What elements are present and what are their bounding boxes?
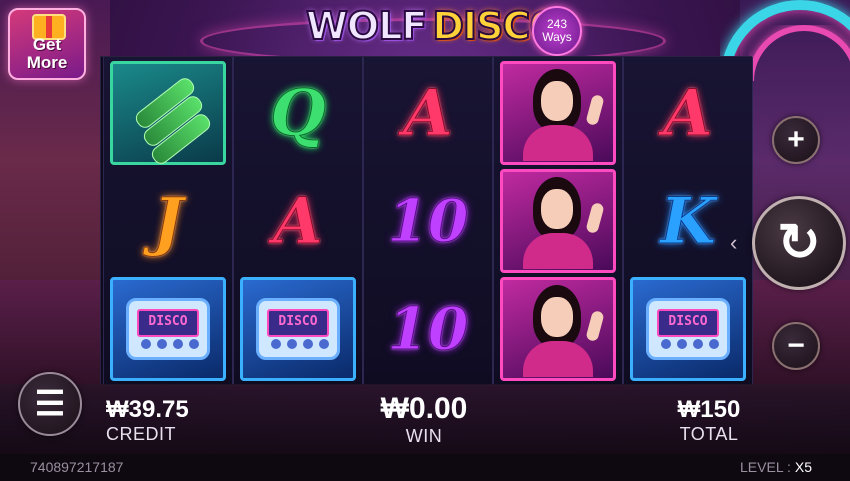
symbol-letter-k: K [660, 183, 717, 259]
lady-figure [505, 281, 611, 377]
lady-hand-shape [585, 93, 605, 127]
pager-button-shape [141, 339, 151, 349]
lady-figure [505, 173, 611, 269]
credit-value: ₩39.75 [106, 396, 189, 423]
get-more-button[interactable]: Get More [8, 8, 86, 80]
lady-hand-shape [585, 201, 605, 235]
pager-button-shape [173, 339, 183, 349]
pager-button-shape [693, 339, 703, 349]
win-value: ₩0.00 [380, 392, 468, 425]
lady-hand-shape [585, 309, 605, 343]
symbol-letter-10: 10 [387, 295, 469, 364]
ways-badge: 243 Ways [532, 6, 582, 56]
lady-body-shape [523, 125, 593, 161]
symbol-letter-q: Q [270, 75, 327, 151]
reel-5-symbol-2: K [630, 169, 746, 273]
win-label: WIN [405, 426, 443, 446]
reel-5-symbol-1: A [630, 61, 746, 165]
lady-figure [505, 65, 611, 161]
reel-grid: J DISCO Q A DISCO A 10 10 A K DISCO [100, 56, 753, 386]
reel-3-symbol-2: 10 [370, 169, 486, 273]
reel-3: A 10 10 [363, 57, 493, 385]
pager-body: DISCO [646, 298, 730, 360]
lady-body-shape [523, 341, 593, 377]
reel-2: Q A DISCO [233, 57, 363, 385]
reel-2-symbol-1: Q [240, 61, 356, 165]
symbol-letter-a: A [273, 183, 324, 259]
get-more-label-line2: More [26, 53, 68, 72]
disco-lady-icon [500, 169, 616, 273]
pager-button-shape [157, 339, 167, 349]
pager-screen-text: DISCO [267, 309, 329, 337]
symbol-letter-a: A [663, 75, 714, 151]
pager-button-shape [677, 339, 687, 349]
reel-1: J DISCO [103, 57, 233, 385]
symbol-letter-a: A [403, 75, 454, 151]
spin-arrow-icon: ‹ [730, 230, 738, 255]
pager-button-shape [287, 339, 297, 349]
pager-button-shape [319, 339, 329, 349]
pager-body: DISCO [126, 298, 210, 360]
refresh-icon: ↻ [777, 214, 821, 272]
symbol-letter-10: 10 [387, 187, 469, 256]
disco-pager-icon: DISCO [240, 277, 356, 381]
game-logo: WOLF DISCO [305, 0, 563, 52]
reel-3-symbol-3: 10 [370, 277, 486, 381]
lady-body-shape [523, 233, 593, 269]
level-indicator: LEVEL : X5 [740, 459, 812, 475]
level-value: X5 [794, 459, 812, 475]
reel-3-symbol-1: A [370, 61, 486, 165]
pager-button-shape [303, 339, 313, 349]
reel-1-symbol-2: J [110, 169, 226, 273]
level-label: LEVEL : [740, 459, 791, 475]
win-display: ₩0.00 WIN [364, 392, 484, 446]
hamburger-menu-icon: ☰ [34, 385, 66, 423]
pager-button-shape [661, 339, 671, 349]
reel-4 [493, 57, 623, 385]
pager-screen-text: DISCO [137, 309, 199, 337]
disco-pager-icon: DISCO [630, 277, 746, 381]
total-value: ₩150 [677, 396, 741, 423]
pager-button-shape [189, 339, 199, 349]
get-more-label-line1: Get [32, 35, 62, 54]
pager-body: DISCO [256, 298, 340, 360]
disco-lady-icon [500, 61, 616, 165]
logo-wolf-text: WOLF [305, 3, 428, 49]
lady-face-shape [541, 189, 573, 229]
pager-button-shape [709, 339, 719, 349]
lady-face-shape [541, 81, 573, 121]
increase-bet-button[interactable]: + [772, 116, 820, 164]
reel-2-symbol-2: A [240, 169, 356, 273]
disco-lady-icon [500, 277, 616, 381]
decrease-bet-button[interactable]: − [772, 322, 820, 370]
symbol-letter-j: J [152, 183, 184, 259]
reel-5: A K DISCO [623, 57, 753, 385]
menu-button[interactable]: ☰ [18, 372, 82, 436]
ways-label: Ways [542, 30, 572, 44]
credit-display: ₩39.75 CREDIT [106, 396, 189, 444]
session-id: 740897217187 [30, 459, 124, 475]
credit-label: CREDIT [106, 424, 176, 444]
status-bar: 740897217187 LEVEL : X5 [0, 454, 850, 481]
disco-pager-icon: DISCO [110, 277, 226, 381]
beer-bottles-icon [110, 61, 226, 168]
pager-screen-text: DISCO [657, 309, 719, 337]
spin-button[interactable]: ↻ [752, 196, 846, 290]
pager-button-shape [271, 339, 281, 349]
total-bet-display: ₩150 TOTAL [664, 396, 754, 444]
total-label: TOTAL [679, 424, 739, 444]
lady-face-shape [541, 297, 573, 337]
